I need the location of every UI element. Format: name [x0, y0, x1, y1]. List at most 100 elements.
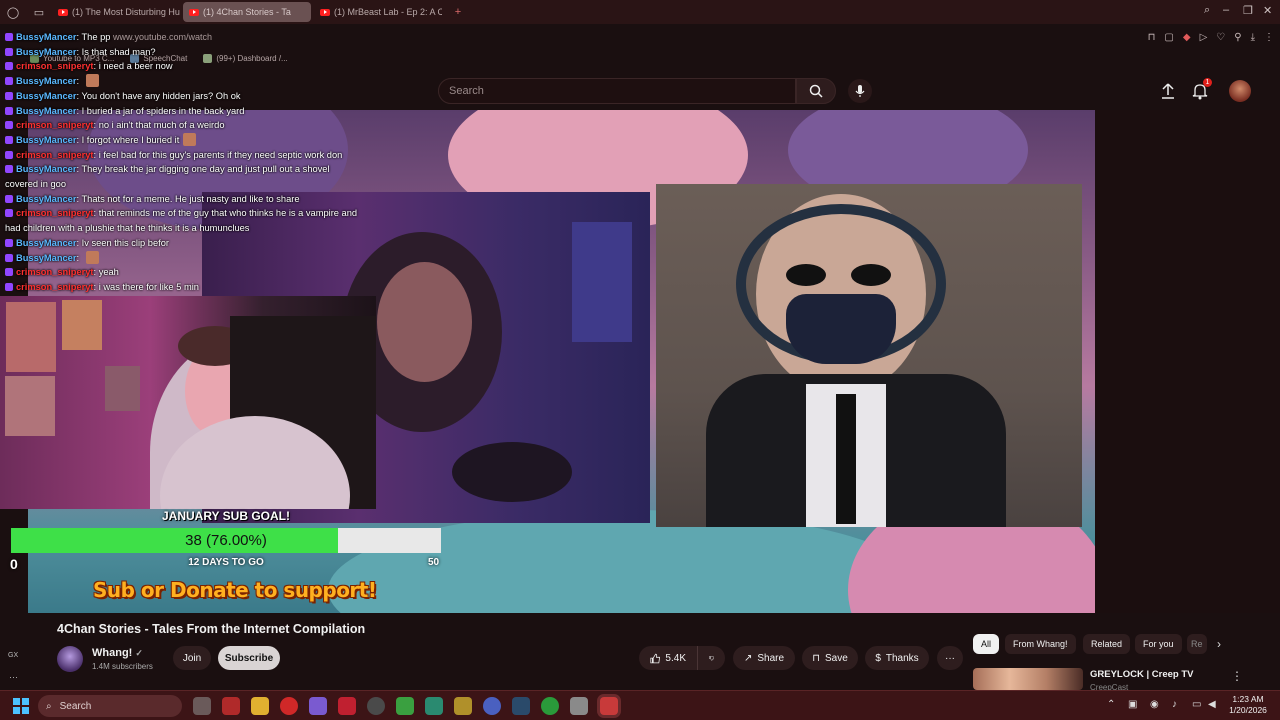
- file-explorer-icon[interactable]: [251, 697, 269, 715]
- clock-date: 1/20/2026: [1229, 705, 1267, 715]
- menu-icon[interactable]: ⋮: [1264, 32, 1274, 43]
- tab-mrbeast-lab[interactable]: (1) MrBeast Lab - Ep 2: A C: [314, 2, 442, 22]
- chip-all[interactable]: All: [973, 634, 1000, 654]
- chat-message: BussyMancer: They break the jar digging …: [0, 162, 360, 191]
- discord-icon[interactable]: [309, 697, 327, 715]
- snapshot-icon[interactable]: ▢: [1164, 32, 1173, 43]
- vpn-shield-icon[interactable]: ◆: [1183, 32, 1191, 43]
- maximize-icon[interactable]: ❐: [1243, 4, 1253, 17]
- clock-time: 1:23 AM: [1232, 694, 1264, 704]
- thanks-label: Thanks: [885, 652, 919, 664]
- chip-related[interactable]: Related: [1083, 634, 1131, 654]
- twitch-badge-icon: [5, 62, 13, 71]
- chat-message: BussyMancer: You don't have any hidden j…: [0, 89, 360, 104]
- network-icon[interactable]: ▭: [1192, 699, 1201, 710]
- chip-for-you[interactable]: For you: [1135, 634, 1182, 654]
- chat-text: yeah: [98, 267, 119, 278]
- app-icon-gray[interactable]: [570, 697, 588, 715]
- twitch-badge-icon: [5, 150, 13, 159]
- channel-avatar[interactable]: [57, 646, 83, 672]
- sub-goal-max: 50: [428, 557, 440, 568]
- thumbs-up-icon: [650, 653, 661, 663]
- app-icon-gold[interactable]: [454, 697, 472, 715]
- twitch-badge-icon: [5, 238, 13, 247]
- chat-message: crimson_sniperyt: i need a beer now: [0, 59, 360, 74]
- taskbar-clock[interactable]: 1:23 AM 1/20/2026: [1222, 694, 1274, 716]
- dislike-button[interactable]: [697, 646, 725, 670]
- face: [377, 262, 472, 382]
- app-icon-red-circle[interactable]: [280, 697, 298, 715]
- share-label: Share: [757, 652, 785, 664]
- thanks-button[interactable]: $ Thanks: [865, 646, 929, 670]
- task-view-icon[interactable]: [193, 697, 211, 715]
- twitch-badge-icon: [5, 91, 13, 100]
- bookmark-page-icon[interactable]: ⊓: [1148, 32, 1156, 43]
- volume-icon[interactable]: ◀: [1208, 699, 1216, 710]
- opera-gx-app-icon[interactable]: [222, 697, 240, 715]
- profile-icon[interactable]: ⚲: [1234, 32, 1241, 43]
- like-button[interactable]: 5.4K: [639, 646, 697, 670]
- chip-recently-uploaded[interactable]: Re: [1187, 634, 1207, 654]
- chat-text: Thats not for a meme. He just nasty and …: [81, 193, 300, 204]
- tab-disturbing[interactable]: (1) The Most Disturbing Hu: [52, 2, 180, 22]
- active-app-icon[interactable]: [600, 697, 618, 715]
- tab-menu-icon[interactable]: ▭: [32, 5, 46, 19]
- opera-logo-icon[interactable]: ◯: [6, 5, 20, 19]
- share-button[interactable]: ↗ Share: [733, 646, 795, 670]
- chat-message: BussyMancer:: [0, 250, 360, 266]
- join-button[interactable]: Join: [173, 646, 211, 670]
- windows-taskbar: ⌕ Search ⌃ ▣ ◉ ♪ ▭ ◀ 1:23 AM 1/20/2026: [0, 690, 1280, 720]
- wall-poster: [5, 376, 55, 436]
- download-icon[interactable]: ⤓: [1251, 32, 1255, 43]
- tray-mic-icon[interactable]: ♪: [1172, 699, 1177, 710]
- account-avatar[interactable]: [1229, 80, 1251, 102]
- xbox-icon[interactable]: [541, 697, 559, 715]
- steam-icon[interactable]: [512, 697, 530, 715]
- chat-message: BussyMancer: I buried a jar of spiders i…: [0, 104, 360, 119]
- windows-start-button[interactable]: [13, 698, 29, 714]
- door: [572, 222, 632, 342]
- app-icon-red[interactable]: [338, 697, 356, 715]
- face-mask: [786, 294, 896, 364]
- more-actions-button[interactable]: ···: [937, 646, 963, 670]
- search-input[interactable]: Search: [438, 78, 796, 104]
- new-tab-button[interactable]: +: [451, 5, 465, 19]
- tray-app-icon[interactable]: ◉: [1150, 699, 1159, 710]
- chat-message: crimson_sniperyt: yeah: [0, 265, 360, 280]
- sidebar-more-icon[interactable]: ···: [9, 672, 18, 682]
- youtube-favicon-icon: [189, 8, 199, 16]
- heart-icon[interactable]: ♡: [1216, 32, 1225, 43]
- obs-icon[interactable]: [367, 697, 385, 715]
- chevron-right-icon[interactable]: ›: [1217, 637, 1221, 651]
- channel-name[interactable]: Whang! ✓: [92, 647, 143, 659]
- search-tabs-icon[interactable]: ⌕: [1204, 4, 1210, 17]
- bookmark-icon: ⊓: [812, 652, 821, 664]
- chat-message: crimson_sniperyt: no i ain't that much o…: [0, 118, 360, 133]
- close-icon[interactable]: ✕: [1263, 4, 1272, 17]
- app-icon-green[interactable]: [396, 697, 414, 715]
- chat-message: crimson_sniperyt: that reminds me of the…: [0, 206, 360, 235]
- recommended-video-menu-icon[interactable]: ⋮: [1231, 669, 1243, 683]
- recommended-video-thumbnail[interactable]: [973, 668, 1083, 690]
- chip-from-whang[interactable]: From Whang!: [1005, 634, 1076, 654]
- upload-icon[interactable]: [1160, 82, 1176, 100]
- chat-message: BussyMancer:: [0, 74, 360, 89]
- twitch-badge-icon: [5, 77, 13, 86]
- chat-username: crimson_sniperyt: [16, 208, 94, 219]
- tray-app-icon[interactable]: ▣: [1128, 699, 1137, 710]
- search-button[interactable]: [796, 78, 836, 104]
- subscribe-button[interactable]: Subscribe: [218, 646, 280, 670]
- taskbar-search[interactable]: ⌕ Search: [38, 695, 182, 717]
- minimize-icon[interactable]: –: [1223, 4, 1229, 16]
- tab-4chan-stories[interactable]: (1) 4Chan Stories - Ta: [183, 2, 311, 22]
- tray-overflow-icon[interactable]: ⌃: [1107, 699, 1115, 710]
- sunglasses-left: [786, 264, 826, 286]
- save-button[interactable]: ⊓ Save: [802, 646, 858, 670]
- app-icon-blue[interactable]: [483, 697, 501, 715]
- voice-search-button[interactable]: [848, 79, 872, 103]
- twitch-badge-icon: [5, 47, 13, 56]
- app-icon-teal[interactable]: [425, 697, 443, 715]
- play-icon[interactable]: ▷: [1200, 32, 1208, 43]
- recommended-video-title[interactable]: GREYLOCK | Creep TV: [1090, 669, 1193, 680]
- gx-sidebar-icon[interactable]: GX: [8, 652, 18, 659]
